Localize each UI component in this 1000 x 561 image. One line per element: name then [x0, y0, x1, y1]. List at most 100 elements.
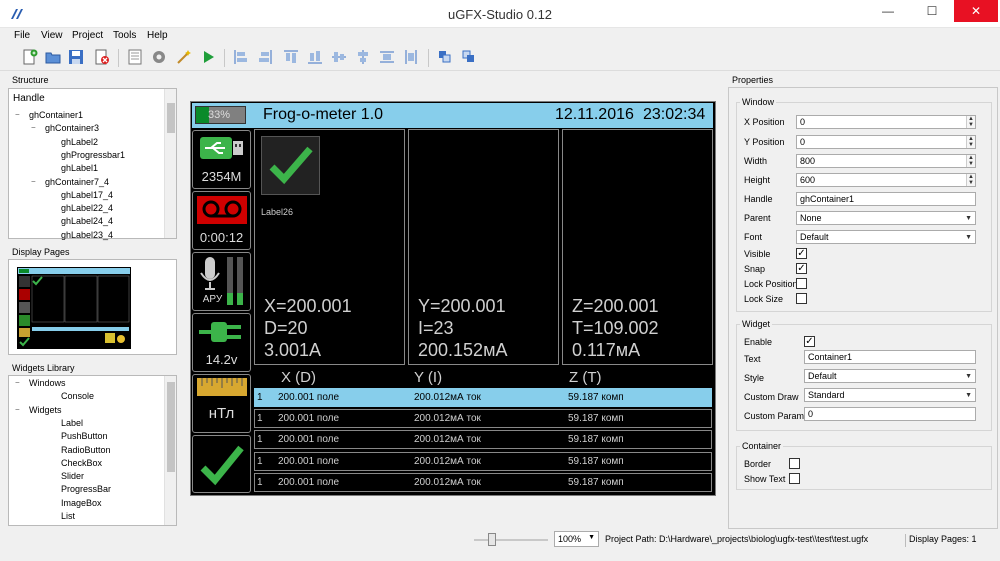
tree-item[interactable]: ghContainer1 — [29, 110, 83, 120]
tree-item[interactable]: ghProgressbar1 — [61, 150, 125, 160]
border-checkbox[interactable] — [789, 458, 800, 469]
table-row[interactable]: 1 200.001 поле 200.012мА ток 59.187 комп — [254, 409, 712, 429]
send-backward-icon[interactable] — [461, 49, 477, 65]
table-row[interactable]: 1 200.001 поле 200.012мА ток 59.187 комп — [254, 451, 712, 471]
display-settings-icon[interactable] — [127, 49, 143, 65]
tree-item[interactable]: ghLabel24_4 — [61, 216, 113, 226]
tree-item[interactable]: Keyboard — [61, 524, 100, 525]
align-top-icon[interactable] — [283, 49, 299, 65]
tree-item[interactable]: Widgets — [29, 405, 62, 415]
tree-expand-icon[interactable]: − — [15, 378, 20, 387]
close-button[interactable]: ✕ — [954, 0, 998, 22]
tree-expand-icon[interactable]: − — [31, 123, 36, 132]
center-horizontal-icon[interactable] — [331, 49, 347, 65]
tree-item[interactable]: Slider — [61, 471, 84, 481]
width-field[interactable]: 800 ▲ ▼ — [796, 154, 976, 168]
page-thumbnail[interactable] — [17, 267, 131, 349]
panel-x: Label26 X=200.001 D=20 3.001A — [254, 129, 405, 365]
tree-expand-icon[interactable]: − — [15, 110, 20, 119]
enable-checkbox[interactable]: ✓ — [804, 336, 815, 347]
minimize-button[interactable]: — — [868, 0, 908, 22]
custom-draw-select[interactable]: Standard ▼ — [804, 388, 976, 402]
tree-item[interactable]: ghContainer3 — [45, 123, 99, 133]
tree-item[interactable]: ghContainer7_4 — [45, 177, 109, 187]
tree-item[interactable]: ghLabel23_4 — [61, 230, 113, 240]
tree-expand-icon[interactable]: − — [15, 405, 20, 414]
distribute-horizontal-icon[interactable] — [379, 49, 395, 65]
table-row[interactable]: 1 200.001 поле 200.012мА ток 59.187 комп — [254, 472, 712, 492]
menu-tools[interactable]: Tools — [113, 30, 136, 41]
microphone-button[interactable]: АРУ — [192, 252, 251, 311]
tree-item[interactable]: RadioButton — [61, 445, 111, 455]
screen-time-label[interactable]: 23:02:34 — [643, 106, 705, 124]
run-icon[interactable] — [200, 49, 216, 65]
structure-scrollbar[interactable] — [164, 89, 176, 238]
center-vertical-icon[interactable] — [355, 49, 371, 65]
tree-item[interactable]: Label — [61, 418, 83, 428]
tree-item[interactable]: ghLabel22_4 — [61, 203, 113, 213]
zoom-select[interactable]: 100% ▼ — [554, 531, 599, 547]
x-position-field[interactable]: 0 ▲ ▼ — [796, 115, 976, 129]
i-value: I=23 — [418, 318, 454, 338]
check-button[interactable] — [192, 435, 251, 493]
new-project-icon[interactable] — [22, 49, 38, 65]
visible-checkbox[interactable]: ✓ — [796, 248, 807, 259]
tree-item[interactable]: List — [61, 511, 75, 521]
menu-view[interactable]: View — [41, 30, 63, 41]
widgets-scrollbar[interactable] — [164, 376, 176, 525]
save-icon[interactable] — [68, 49, 84, 65]
align-bottom-icon[interactable] — [307, 49, 323, 65]
height-field[interactable]: 600 ▲ ▼ — [796, 173, 976, 187]
tree-item[interactable]: Windows — [29, 378, 66, 388]
screen-title-label[interactable]: Frog-o-meter 1.0 — [263, 106, 383, 124]
progressbar-widget[interactable]: 33% — [195, 106, 246, 124]
custom-param-field[interactable]: 0 — [804, 407, 976, 421]
lock-size-checkbox[interactable] — [796, 293, 807, 304]
font-select[interactable]: Default ▼ — [796, 230, 976, 244]
zoom-slider-handle[interactable] — [488, 533, 496, 546]
open-project-icon[interactable] — [45, 49, 61, 65]
usb-button[interactable]: 2354M — [192, 130, 251, 189]
label26-image[interactable] — [261, 136, 320, 195]
screen-date-label[interactable]: 12.11.2016 — [555, 106, 634, 124]
style-select[interactable]: Default ▼ — [804, 369, 976, 383]
text-field[interactable]: Container1 — [804, 350, 976, 364]
x-position-spinner[interactable]: ▲ ▼ — [966, 116, 975, 128]
lock-position-checkbox[interactable] — [796, 278, 807, 289]
table-row[interactable]: 1 200.001 поле 200.012мА ток 59.187 комп — [254, 430, 712, 450]
tree-item[interactable]: CheckBox — [61, 458, 102, 468]
wizard-wand-icon[interactable] — [176, 49, 192, 65]
show-text-checkbox[interactable] — [789, 473, 800, 484]
custom-param-label: Custom Param — [744, 411, 805, 421]
parent-select[interactable]: None ▼ — [796, 211, 976, 225]
menu-help[interactable]: Help — [147, 30, 168, 41]
zoom-slider-track[interactable] — [474, 539, 548, 541]
ruler-button[interactable]: нТл — [192, 374, 251, 433]
y-position-spinner[interactable]: ▲ ▼ — [966, 136, 975, 148]
menu-file[interactable]: File — [14, 30, 30, 41]
tree-item[interactable]: PushButton — [61, 431, 108, 441]
tree-item[interactable]: ghLabel1 — [61, 163, 98, 173]
tree-item[interactable]: ProgressBar — [61, 484, 111, 494]
close-project-icon[interactable] — [94, 49, 110, 65]
tree-item[interactable]: ghLabel17_4 — [61, 190, 113, 200]
align-right-icon[interactable] — [257, 49, 273, 65]
record-button[interactable]: 0:00:12 — [192, 191, 251, 250]
align-left-icon[interactable] — [233, 49, 249, 65]
y-position-field[interactable]: 0 ▲ ▼ — [796, 135, 976, 149]
distribute-vertical-icon[interactable] — [403, 49, 419, 65]
menu-project[interactable]: Project — [72, 30, 103, 41]
maximize-button[interactable]: ☐ — [912, 0, 952, 22]
gear-icon[interactable] — [151, 49, 167, 65]
tree-item[interactable]: ghLabel2 — [61, 137, 98, 147]
power-button[interactable]: 14.2v — [192, 313, 251, 372]
tree-item[interactable]: ImageBox — [61, 498, 102, 508]
snap-checkbox[interactable]: ✓ — [796, 263, 807, 274]
bring-forward-icon[interactable] — [437, 49, 453, 65]
table-row[interactable]: 1 200.001 поле 200.012мА ток 59.187 комп — [254, 388, 712, 407]
height-spinner[interactable]: ▲ ▼ — [966, 174, 975, 186]
tree-expand-icon[interactable]: − — [31, 177, 36, 186]
tree-item[interactable]: Console — [61, 391, 94, 401]
handle-field[interactable]: ghContainer1 — [796, 192, 976, 206]
width-spinner[interactable]: ▲ ▼ — [966, 155, 975, 167]
